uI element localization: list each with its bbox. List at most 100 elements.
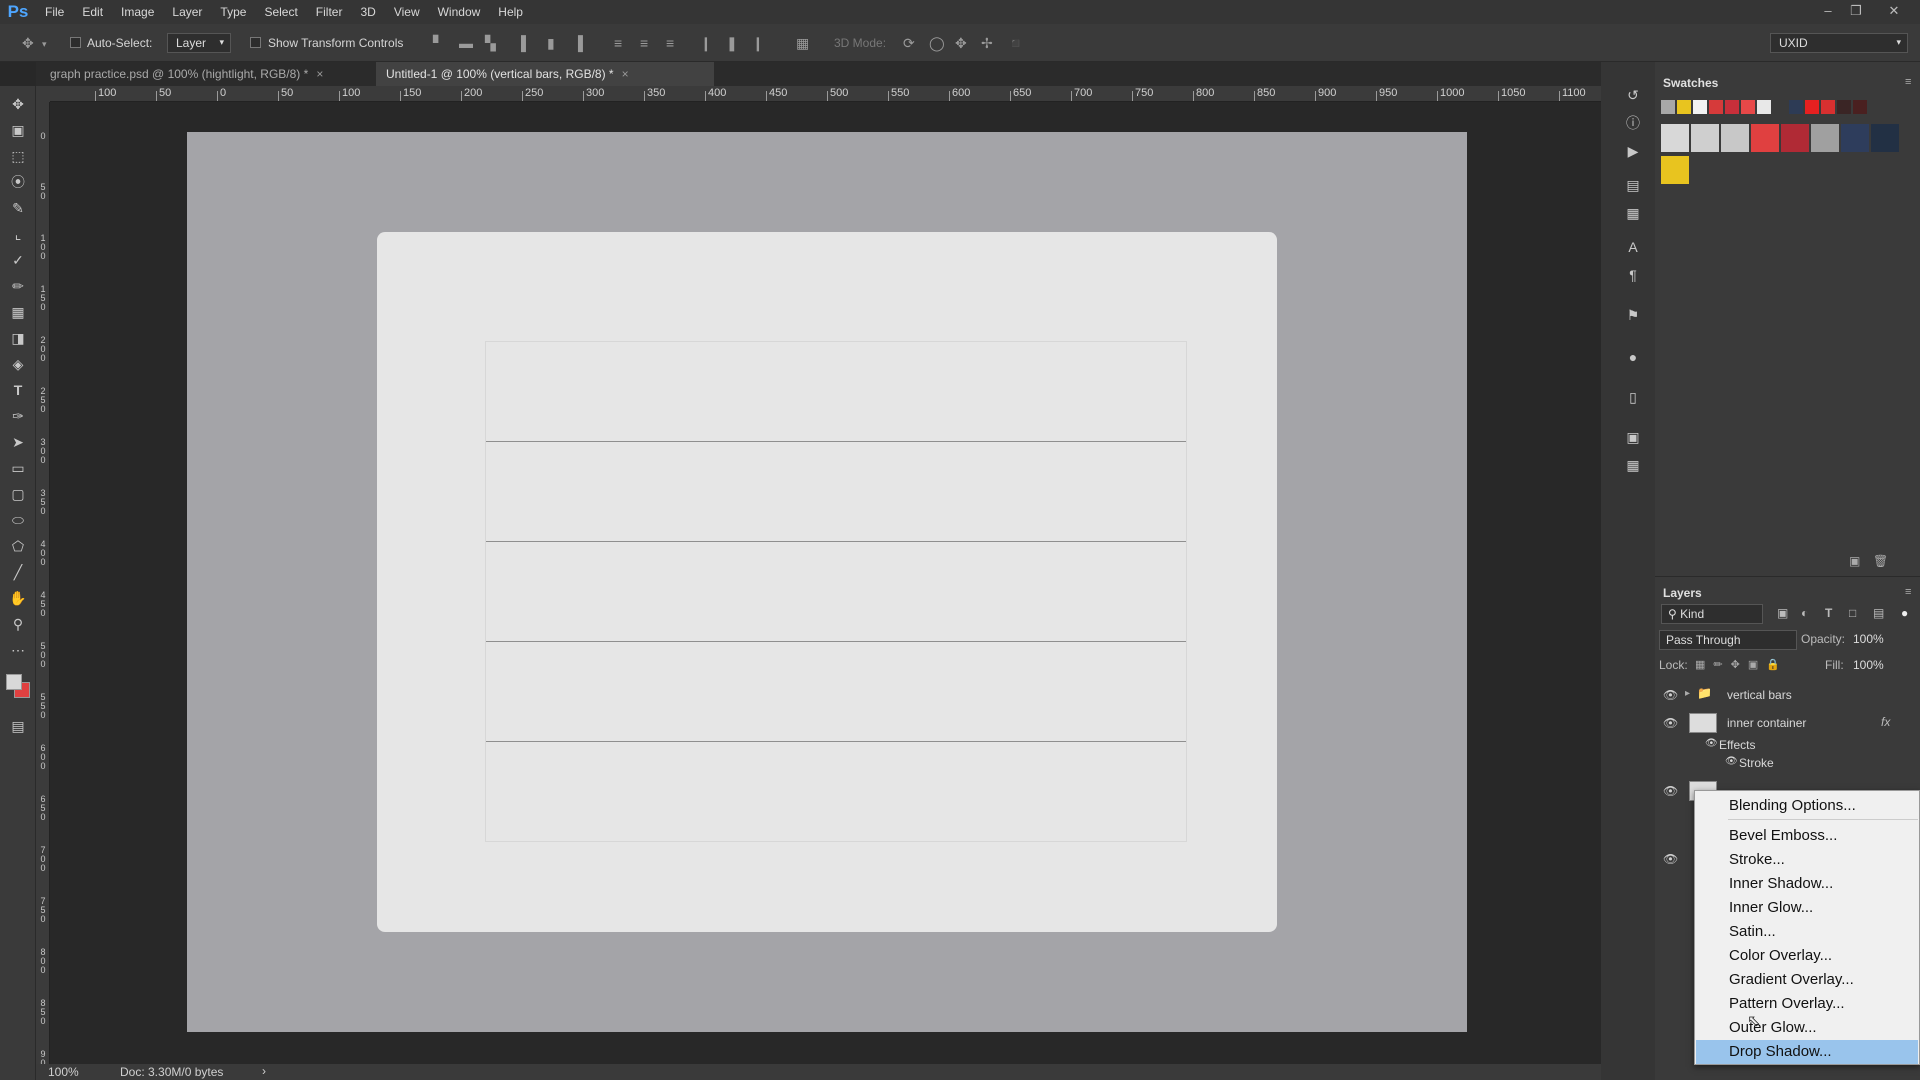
filter-pixel-icon[interactable]: ▣ bbox=[1777, 606, 1788, 620]
fill-input[interactable]: 100% bbox=[1853, 658, 1884, 672]
color-swatch[interactable] bbox=[1691, 124, 1719, 152]
type-tool-icon[interactable]: T bbox=[8, 380, 28, 400]
filter-type-icon[interactable]: T bbox=[1825, 606, 1832, 620]
brush-tool-icon[interactable]: ✏ bbox=[8, 276, 28, 296]
screen-mode-icon[interactable]: ▤ bbox=[8, 716, 28, 736]
color-swatch[interactable] bbox=[1721, 124, 1749, 152]
rounded-rect-tool-icon[interactable]: ▢ bbox=[8, 484, 28, 504]
menu-drop-shadow[interactable]: Drop Shadow... bbox=[1696, 1040, 1918, 1064]
polygon-tool-icon[interactable]: ⬠ bbox=[8, 536, 28, 556]
eye-icon[interactable]: 👁 bbox=[1663, 716, 1678, 730]
minimize-icon[interactable]: – bbox=[1814, 0, 1842, 24]
opacity-input[interactable]: 100% bbox=[1853, 632, 1884, 646]
lock-icons[interactable]: ▦✏✥▣🔒 bbox=[1695, 658, 1788, 671]
rectangle-tool-icon[interactable]: ▭ bbox=[8, 458, 28, 478]
horizontal-ruler[interactable]: 100 50 0 50 100 150 200 250 300 350 400 450 500 550 60… bbox=[50, 86, 1601, 102]
vertical-ruler[interactable]: 0 50 100 150 200 250 300 350 400 450 500 550 600 650 7… bbox=[36, 102, 50, 1064]
menu-help[interactable]: Help bbox=[489, 0, 532, 24]
3d-slide-icon[interactable]: ✢ bbox=[981, 36, 993, 50]
menu-edit[interactable]: Edit bbox=[73, 0, 112, 24]
menu-color-overlay[interactable]: Color Overlay... bbox=[1696, 944, 1918, 968]
brush-presets-icon[interactable]: ⚑ bbox=[1624, 306, 1642, 324]
artboard-tool-icon[interactable]: ▣ bbox=[8, 120, 28, 140]
move-tool-icon[interactable]: ✥ bbox=[8, 94, 28, 114]
eye-icon[interactable]: 👁 bbox=[1705, 738, 1718, 749]
color-swatch[interactable] bbox=[1841, 124, 1869, 152]
zoom-level[interactable]: 100% bbox=[48, 1065, 79, 1079]
menu-view[interactable]: View bbox=[385, 0, 429, 24]
healing-tool-icon[interactable]: ▦ bbox=[8, 302, 28, 322]
marquee-tool-icon[interactable]: ⬚ bbox=[8, 146, 28, 166]
menu-satin[interactable]: Satin... bbox=[1696, 920, 1918, 944]
menu-filter[interactable]: Filter bbox=[307, 0, 352, 24]
filter-toggle-icon[interactable]: ● bbox=[1901, 606, 1908, 620]
align-vcenter-icon[interactable]: ▬ bbox=[459, 36, 473, 50]
3d-rotate-icon[interactable]: ⟳ bbox=[903, 36, 915, 50]
fx-badge[interactable]: fx bbox=[1881, 715, 1890, 729]
chevron-down-icon[interactable]: ▾ bbox=[42, 37, 47, 51]
3d-drag-icon[interactable]: ✥ bbox=[955, 36, 967, 50]
color-swatch[interactable] bbox=[1741, 100, 1755, 114]
chevron-right-icon[interactable]: ▸ bbox=[1685, 688, 1690, 699]
menu-blending-options[interactable]: Blending Options... bbox=[1696, 794, 1918, 818]
zoom-tool-icon[interactable]: ⚲ bbox=[8, 614, 28, 634]
filter-adjustment-icon[interactable]: ◐ bbox=[1801, 606, 1808, 620]
color-swatch[interactable] bbox=[1773, 100, 1787, 114]
grid-icon[interactable]: ▦ bbox=[1624, 456, 1642, 474]
panel-menu-icon[interactable]: ≡ bbox=[1905, 76, 1911, 88]
image-icon[interactable]: ▣ bbox=[1624, 428, 1642, 446]
panel-menu-icon[interactable]: ≡ bbox=[1905, 586, 1911, 598]
layer-effect-stroke[interactable]: 👁 Stroke bbox=[1655, 754, 1920, 772]
color-drop-icon[interactable]: ● bbox=[1624, 348, 1642, 366]
ellipse-tool-icon[interactable]: ⬭ bbox=[8, 510, 28, 530]
menu-3d[interactable]: 3D bbox=[351, 0, 384, 24]
tab-untitled-1[interactable]: Untitled-1 @ 100% (vertical bars, RGB/8)… bbox=[376, 62, 714, 86]
menu-outer-glow[interactable]: Outer Glow... bbox=[1696, 1016, 1918, 1040]
menu-stroke[interactable]: Stroke... bbox=[1696, 848, 1918, 872]
menu-file[interactable]: File bbox=[36, 0, 73, 24]
color-swatch[interactable] bbox=[1661, 100, 1675, 114]
color-swatch[interactable] bbox=[1853, 100, 1867, 114]
align-hcenter-icon[interactable]: ▮ bbox=[547, 36, 555, 50]
move-tool-icon[interactable]: ✥ bbox=[22, 36, 34, 50]
path-select-tool-icon[interactable]: ➤ bbox=[8, 432, 28, 452]
menu-inner-glow[interactable]: Inner Glow... bbox=[1696, 896, 1918, 920]
close-icon[interactable]: ✕ bbox=[1880, 0, 1908, 24]
workspace-dropdown[interactable]: UXID ▾ bbox=[1770, 33, 1908, 53]
distribute-right-icon[interactable]: ❙ bbox=[752, 36, 764, 50]
properties-icon[interactable]: ▤ bbox=[1624, 176, 1642, 194]
timeline-icon[interactable]: ▯ bbox=[1624, 388, 1642, 406]
color-swatch[interactable] bbox=[1725, 100, 1739, 114]
auto-select-dropdown[interactable]: Layer ▾ bbox=[167, 33, 231, 53]
align-right-icon[interactable]: ▐ bbox=[573, 36, 583, 50]
color-swatch[interactable] bbox=[1709, 100, 1723, 114]
3d-roll-icon[interactable]: ◯ bbox=[929, 36, 945, 50]
paint-bucket-tool-icon[interactable]: ◈ bbox=[8, 354, 28, 374]
color-swatch[interactable] bbox=[1757, 100, 1771, 114]
color-swatches-icon[interactable] bbox=[4, 672, 34, 702]
menu-bevel-emboss[interactable]: Bevel Emboss... bbox=[1696, 824, 1918, 848]
show-transform-checkbox[interactable] bbox=[250, 37, 261, 48]
lasso-tool-icon[interactable]: ⦿ bbox=[8, 172, 28, 192]
align-bottom-icon[interactable]: ▚ bbox=[485, 36, 496, 50]
color-swatch[interactable] bbox=[1871, 124, 1899, 152]
align-top-icon[interactable]: ▘ bbox=[433, 36, 444, 50]
color-swatch[interactable] bbox=[1693, 100, 1707, 114]
menu-type[interactable]: Type bbox=[211, 0, 255, 24]
color-swatch[interactable] bbox=[1789, 100, 1803, 114]
eyedropper-tool-icon[interactable]: ✓ bbox=[8, 250, 28, 270]
eye-icon[interactable]: 👁 bbox=[1663, 784, 1678, 798]
menu-pattern-overlay[interactable]: Pattern Overlay... bbox=[1696, 992, 1918, 1016]
eye-icon[interactable]: 👁 bbox=[1663, 688, 1678, 702]
filter-smart-icon[interactable]: ▤ bbox=[1873, 606, 1884, 620]
distribute-hcenter-icon[interactable]: ❚ bbox=[726, 36, 738, 50]
auto-align-icon[interactable]: ▦ bbox=[796, 36, 809, 50]
color-swatch[interactable] bbox=[1661, 124, 1689, 152]
eye-icon[interactable]: 👁 bbox=[1663, 852, 1678, 866]
distribute-vcenter-icon[interactable]: ≡ bbox=[640, 36, 648, 50]
eraser-tool-icon[interactable]: ◨ bbox=[8, 328, 28, 348]
color-swatch[interactable] bbox=[1821, 100, 1835, 114]
actions-play-icon[interactable]: ▶ bbox=[1624, 142, 1642, 160]
trash-icon[interactable]: 🗑 bbox=[1873, 554, 1888, 568]
layer-effects[interactable]: 👁 Effects bbox=[1655, 736, 1920, 754]
